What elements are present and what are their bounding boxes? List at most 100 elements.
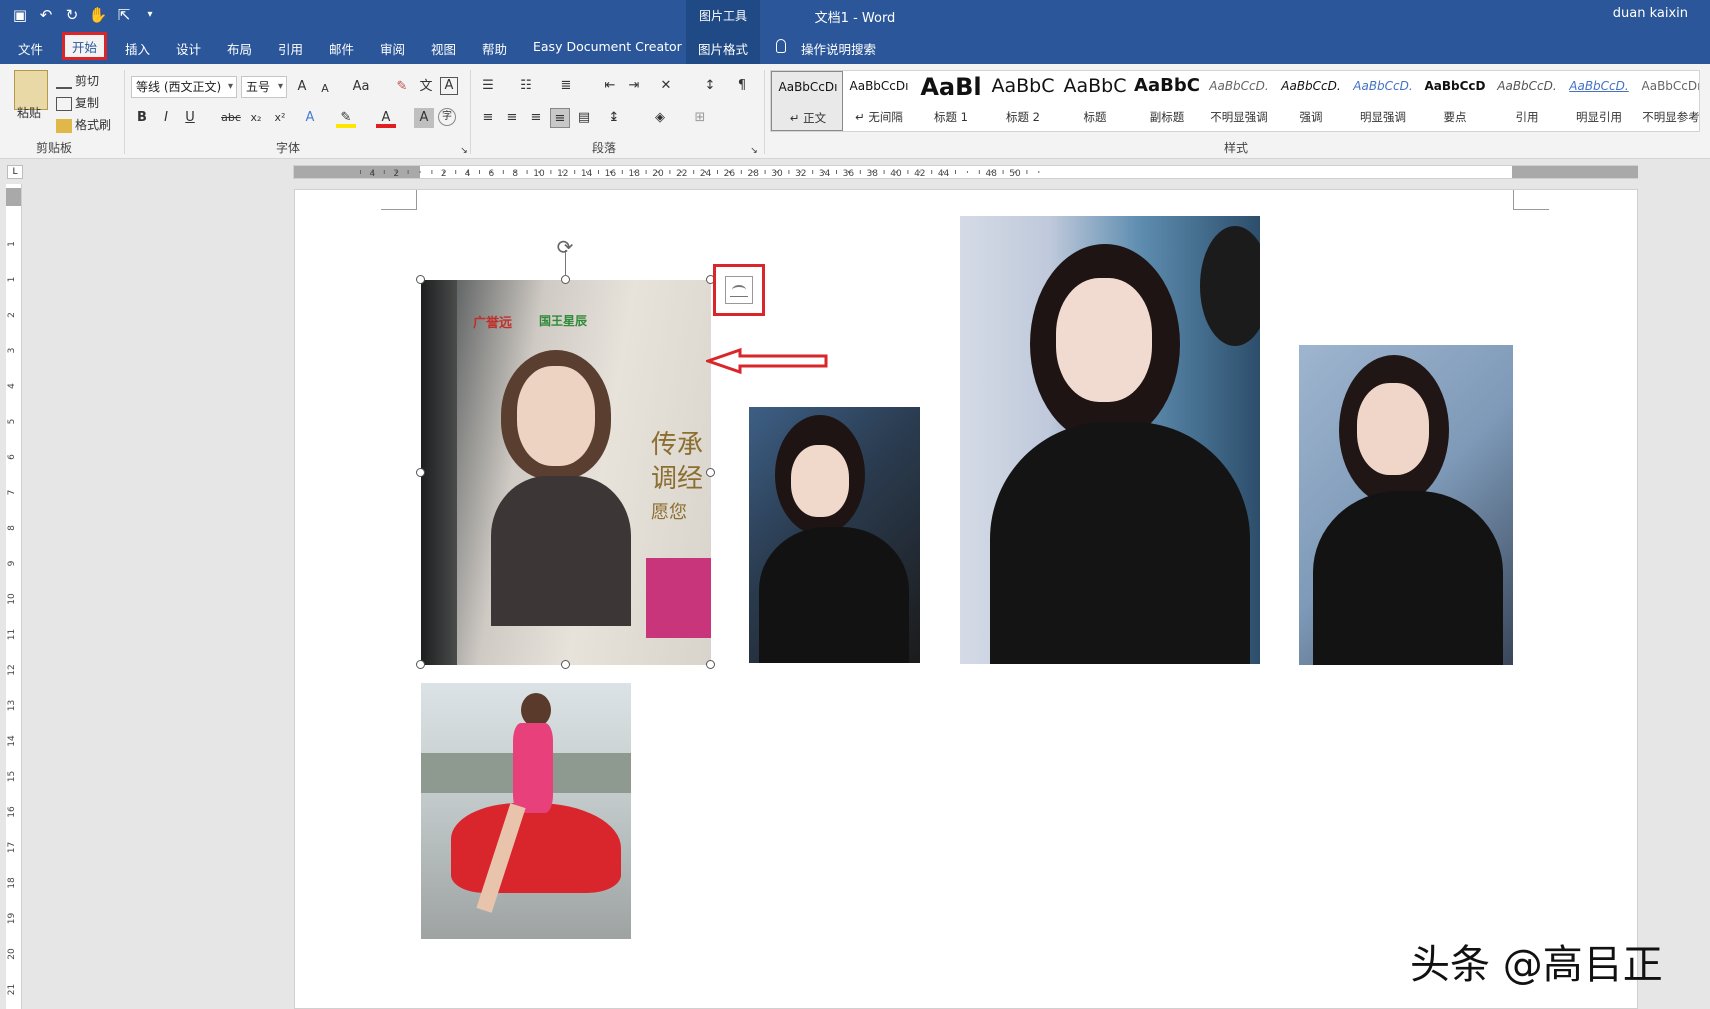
bold-button[interactable]: B: [132, 108, 152, 128]
align-center-icon[interactable]: ≡: [502, 108, 522, 128]
bullets-icon[interactable]: ☰: [478, 76, 498, 96]
decrease-indent-icon[interactable]: ⇤: [600, 76, 620, 96]
horizontal-ruler[interactable]: 4 2 2 4 6 8 10 12 14 16 18 20 22 24 26 28 30 32 34 36 38 40 42…: [293, 165, 1638, 179]
tab-picture-format[interactable]: 图片格式: [698, 39, 748, 58]
tab-references[interactable]: 引用: [278, 39, 303, 58]
tell-me-search[interactable]: 操作说明搜索: [801, 39, 876, 58]
ruler-label: 28: [747, 169, 759, 178]
align-left-icon[interactable]: ≡: [478, 108, 498, 128]
style-emphasis[interactable]: AaBbCcD. 强调: [1275, 71, 1347, 131]
vertical-ruler[interactable]: 112345678910111213141516171819202122: [6, 184, 22, 1009]
text-effects-icon[interactable]: A: [300, 108, 320, 128]
superscript-button[interactable]: x²: [270, 108, 290, 128]
ruler-label: 21: [7, 984, 17, 995]
font-size-combo[interactable]: 五号: [241, 76, 287, 98]
resize-handle[interactable]: [706, 660, 715, 669]
cut-button[interactable]: 剪切: [56, 72, 99, 89]
layout-wrap-glyph: [732, 285, 746, 295]
increase-indent-icon[interactable]: ⇥: [624, 76, 644, 96]
style-title[interactable]: AaBbC 标题: [1059, 71, 1131, 131]
font-group-label: 字体: [276, 141, 301, 155]
underline-button[interactable]: U: [180, 108, 200, 128]
font-name-combo[interactable]: 等线 (西文正文): [131, 76, 237, 98]
tab-help[interactable]: 帮助: [482, 39, 507, 58]
tab-file[interactable]: 文件: [18, 39, 43, 58]
photo-woman-2[interactable]: [749, 407, 920, 663]
poster-brand-2: 国王星辰: [539, 314, 588, 328]
style-intense-emphasis[interactable]: AaBbCcD. 明显强调: [1347, 71, 1419, 131]
style-subtle-reference[interactable]: AaBbCcDı 不明显参考: [1635, 71, 1699, 131]
ruler-label: 26: [724, 169, 736, 178]
enclose-characters-icon[interactable]: 字: [438, 108, 456, 126]
paragraph-dialog-launcher-icon[interactable]: ↘: [744, 141, 764, 161]
multilevel-list-icon[interactable]: ≣: [556, 76, 576, 96]
paste-button[interactable]: 粘贴: [17, 104, 41, 121]
rotate-handle-icon[interactable]: ⟳: [554, 236, 576, 258]
style-normal[interactable]: AaBbCcDı ↵ 正文: [771, 71, 843, 131]
character-shading-icon[interactable]: A: [414, 108, 434, 128]
style-subtle-emphasis[interactable]: AaBbCcD. 不明显强调: [1203, 71, 1275, 131]
show-marks-icon[interactable]: ¶: [732, 76, 752, 96]
tab-insert[interactable]: 插入: [125, 39, 150, 58]
font-color-icon[interactable]: A: [376, 108, 396, 128]
strikethrough-button[interactable]: abc: [218, 108, 244, 128]
tab-mailings[interactable]: 邮件: [329, 39, 354, 58]
ruler-label: 18: [7, 877, 17, 889]
style-heading-1[interactable]: AaBl 标题 1: [915, 71, 987, 131]
justify-icon[interactable]: ≡: [550, 108, 570, 128]
resize-handle[interactable]: [561, 660, 570, 669]
clear-formatting-icon[interactable]: ✎: [392, 77, 412, 97]
tab-selector[interactable]: L: [7, 165, 23, 179]
distributed-icon[interactable]: ▤: [574, 108, 594, 128]
line-spacing-icon[interactable]: ↨: [604, 108, 624, 128]
ruler-label: 10: [7, 593, 17, 605]
ruler-label: 24: [700, 169, 712, 178]
photo-face: [1056, 278, 1152, 402]
photo-woman-car[interactable]: [421, 683, 631, 939]
style-subtitle[interactable]: AaBbC 副标题: [1131, 71, 1203, 131]
change-case-button[interactable]: Aa: [346, 77, 376, 97]
lightbulb-icon: [776, 39, 786, 53]
style-strong[interactable]: AaBbCcD 要点: [1419, 71, 1491, 131]
align-right-icon[interactable]: ≡: [526, 108, 546, 128]
tab-easy-document-creator[interactable]: Easy Document Creator: [533, 39, 682, 54]
shading-icon[interactable]: ◈: [650, 108, 670, 128]
resize-handle[interactable]: [561, 275, 570, 284]
resize-handle[interactable]: [706, 468, 715, 477]
italic-button[interactable]: I: [156, 108, 176, 128]
sort-icon[interactable]: ↕: [700, 76, 720, 96]
asian-layout-icon[interactable]: ✕: [656, 76, 676, 96]
resize-handle[interactable]: [416, 275, 425, 284]
photo-woman-3[interactable]: [960, 216, 1260, 664]
tab-review[interactable]: 审阅: [380, 39, 405, 58]
highlight-color-icon[interactable]: ✎: [336, 108, 356, 128]
selected-poster-image[interactable]: 广誉远 国王星辰 传承 调经 愿您: [421, 280, 711, 665]
tab-view[interactable]: 视图: [431, 39, 456, 58]
style-quote[interactable]: AaBbCcD. 引用: [1491, 71, 1563, 131]
borders-icon[interactable]: ⊞: [690, 108, 710, 128]
grow-font-button[interactable]: A: [292, 77, 312, 97]
format-painter-button[interactable]: 格式刷: [56, 116, 111, 133]
tab-layout[interactable]: 布局: [227, 39, 252, 58]
style-preview: AaBbCcD.: [1353, 79, 1413, 93]
tab-home[interactable]: 开始: [61, 32, 108, 60]
photo-woman-4[interactable]: [1299, 345, 1513, 665]
photo-jacket: [990, 422, 1250, 664]
shrink-font-button[interactable]: A: [315, 79, 335, 99]
style-intense-quote[interactable]: AaBbCcD. 明显引用: [1563, 71, 1635, 131]
resize-handle[interactable]: [416, 468, 425, 477]
character-border-icon[interactable]: A: [440, 77, 458, 95]
phonetic-guide-icon[interactable]: 文: [416, 77, 436, 97]
layout-options-button[interactable]: [713, 264, 765, 316]
ruler-label: 17: [7, 842, 17, 853]
tab-design[interactable]: 设计: [176, 39, 201, 58]
font-dialog-launcher-icon[interactable]: ↘: [454, 141, 474, 161]
user-name[interactable]: duan kaixin: [1613, 6, 1688, 21]
numbering-icon[interactable]: ☷: [516, 76, 536, 96]
format-painter-label: 格式刷: [75, 118, 112, 132]
resize-handle[interactable]: [416, 660, 425, 669]
subscript-button[interactable]: x₂: [246, 108, 266, 128]
style-no-spacing[interactable]: AaBbCcDı ↵ 无间隔: [843, 71, 915, 131]
style-heading-2[interactable]: AaBbC 标题 2: [987, 71, 1059, 131]
copy-button[interactable]: 复制: [56, 94, 99, 111]
